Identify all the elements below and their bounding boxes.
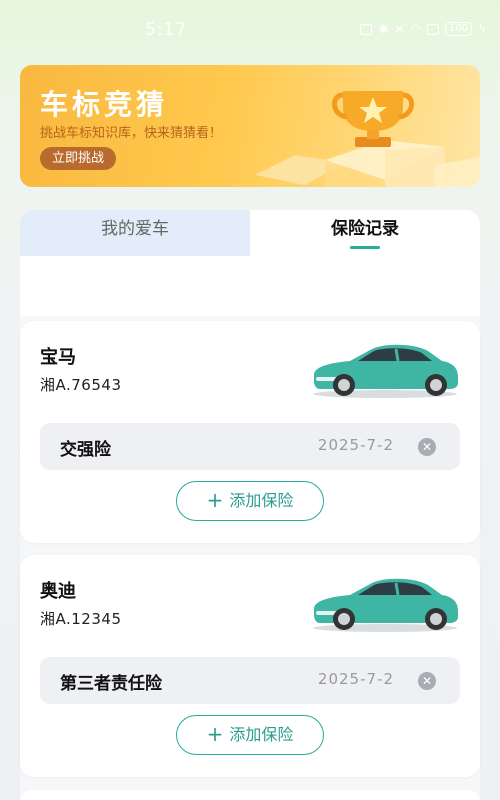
active-tab-indicator bbox=[350, 246, 380, 249]
plus-icon: + bbox=[206, 488, 224, 512]
status-time: 5:17 bbox=[145, 20, 188, 40]
insurance-record-row[interactable]: 第三者责任险 2025-7-2 ✕ bbox=[40, 657, 460, 704]
status-bar: 5:17 ✱ ✕ ◠ 100 ϟ bbox=[0, 0, 500, 60]
insurance-name: 第三者责任险 bbox=[60, 674, 162, 694]
bluetooth-icon: ✱ bbox=[378, 22, 389, 36]
car-plate: 湘A.76543 bbox=[40, 376, 122, 394]
insurance-date: 2025-7-2 bbox=[317, 670, 394, 688]
car-card: 宝马 湘A.76543 交强险 2025-7-2 ✕ + 添加保险 bbox=[20, 321, 480, 543]
challenge-now-button[interactable]: 立即挑战 bbox=[40, 147, 117, 170]
battery-level: 100 bbox=[448, 23, 469, 34]
banner-title: 车标竞猜 bbox=[40, 88, 169, 121]
insurance-name: 交强险 bbox=[60, 440, 111, 460]
add-insurance-button[interactable]: + 添加保险 bbox=[176, 481, 324, 521]
car-brand: 奥迪 bbox=[40, 581, 76, 602]
car-brand: 宝马 bbox=[40, 347, 76, 368]
car-logo-quiz-banner[interactable]: 车标竞猜 挑战车标知识库，快来猜猜看！ 立即挑战 bbox=[20, 65, 480, 187]
plus-icon: + bbox=[206, 722, 224, 746]
car-icon bbox=[313, 578, 458, 632]
add-insurance-label: 添加保险 bbox=[229, 491, 294, 510]
tab-my-car[interactable]: 我的爱车 bbox=[20, 210, 250, 256]
trophy-podium-icon bbox=[255, 91, 480, 187]
insurance-date: 2025-7-2 bbox=[317, 436, 394, 454]
banner-subtitle: 挑战车标知识库，快来猜猜看！ bbox=[40, 126, 223, 141]
remove-insurance-icon[interactable]: ✕ bbox=[418, 438, 436, 456]
charging-icon: ϟ bbox=[478, 22, 486, 36]
tab-insurance-records[interactable]: 保险记录 bbox=[250, 210, 480, 256]
car-card: 奥迪 湘A.12345 第三者责任险 2025-7-2 ✕ + 添加保险 bbox=[20, 555, 480, 777]
battery-icon: 100 bbox=[444, 22, 473, 36]
nfc-icon bbox=[360, 23, 373, 35]
tab-insurance-records-label: 保险记录 bbox=[331, 219, 399, 239]
insurance-record-row[interactable]: 交强险 2025-7-2 ✕ bbox=[40, 423, 460, 470]
tab-content-header bbox=[20, 256, 480, 316]
remove-insurance-icon[interactable]: ✕ bbox=[418, 672, 436, 690]
sim-icon bbox=[426, 23, 439, 35]
status-icons: ✱ ✕ ◠ 100 ϟ bbox=[360, 22, 486, 36]
mute-icon: ✕ bbox=[394, 22, 405, 36]
add-insurance-label: 添加保险 bbox=[229, 725, 294, 744]
wifi-icon: ◠ bbox=[410, 22, 421, 36]
car-plate: 湘A.12345 bbox=[40, 610, 122, 628]
add-insurance-button[interactable]: + 添加保险 bbox=[176, 715, 324, 755]
tab-bar: 我的爱车 保险记录 bbox=[20, 210, 480, 256]
car-icon bbox=[313, 344, 458, 398]
next-card-edge bbox=[20, 790, 480, 800]
